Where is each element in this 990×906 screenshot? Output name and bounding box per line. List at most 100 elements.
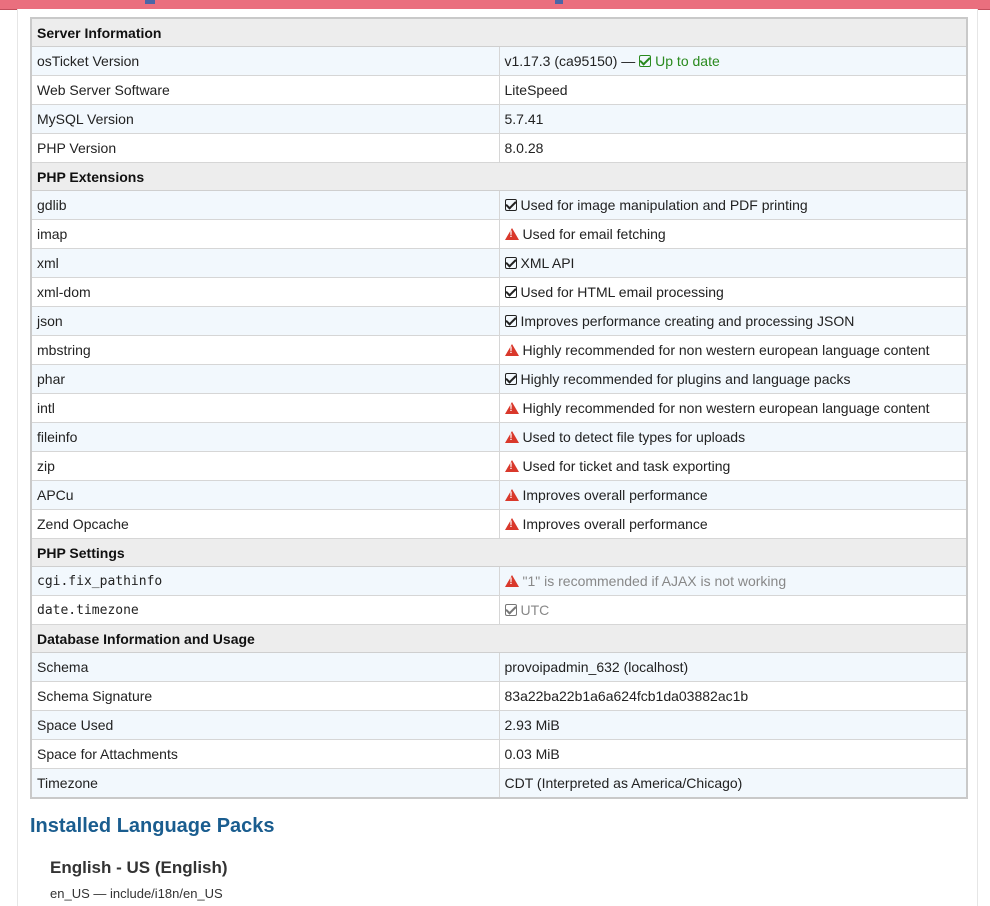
row-value: 83a22ba22b1a6a624fcb1da03882ac1b: [498, 681, 968, 711]
section-header-database: Database Information and Usage: [30, 624, 968, 653]
up-to-date-status: Up to date: [655, 53, 720, 69]
row-value: Used to detect file types for uploads: [498, 422, 968, 452]
table-row: fileinfo Used to detect file types for u…: [30, 422, 968, 452]
row-value-text: Highly recommended for non western europ…: [522, 400, 930, 416]
warning-icon: [504, 489, 519, 501]
row-value-text: Used to detect file types for uploads: [522, 429, 746, 445]
row-value-text: Used for email fetching: [522, 226, 666, 242]
version-text: v1.17.3 (ca95150) —: [504, 53, 636, 69]
row-key: mbstring: [30, 335, 500, 365]
check-icon: [504, 373, 517, 385]
row-value: Used for HTML email processing: [498, 277, 968, 307]
table-row: xml XML API: [30, 248, 968, 278]
row-value-text: Improves performance creating and proces…: [520, 313, 855, 329]
check-icon: [504, 604, 517, 616]
warning-icon: [504, 228, 519, 240]
check-icon: [504, 315, 517, 327]
table-row: osTicket Version v1.17.3 (ca95150) — Up …: [30, 46, 968, 76]
row-key: Schema: [30, 652, 500, 682]
table-row: date.timezone UTC: [30, 595, 968, 625]
row-value-text: Used for image manipulation and PDF prin…: [520, 197, 808, 213]
top-strip-mark: [145, 0, 155, 4]
row-value: 8.0.28: [498, 133, 968, 163]
row-value: Highly recommended for non western europ…: [498, 393, 968, 423]
section-header-settings: PHP Settings: [30, 538, 968, 567]
row-key: PHP Version: [30, 133, 500, 163]
table-row: cgi.fix_pathinfo "1" is recommended if A…: [30, 566, 968, 596]
row-value-text: Improves overall performance: [522, 516, 708, 532]
section-header-extensions: PHP Extensions: [30, 162, 968, 191]
warning-icon: [504, 575, 519, 587]
row-value: Improves overall performance: [498, 509, 968, 539]
top-strip-mark: [555, 0, 563, 4]
row-value-text: "1" is recommended if AJAX is not workin…: [522, 573, 787, 589]
row-value: Used for ticket and task exporting: [498, 451, 968, 481]
row-value: "1" is recommended if AJAX is not workin…: [498, 566, 968, 596]
table-row: Web Server Software LiteSpeed: [30, 75, 968, 105]
table-row: phar Highly recommended for plugins and …: [30, 364, 968, 394]
row-key: zip: [30, 451, 500, 481]
row-value: Highly recommended for non western europ…: [498, 335, 968, 365]
table-row: mbstring Highly recommended for non west…: [30, 335, 968, 365]
row-key: Timezone: [30, 768, 500, 799]
row-value: Used for email fetching: [498, 219, 968, 249]
table-row: json Improves performance creating and p…: [30, 306, 968, 336]
row-key: phar: [30, 364, 500, 394]
row-value: XML API: [498, 248, 968, 278]
row-value-text: Highly recommended for non western europ…: [522, 342, 930, 358]
check-icon: [504, 286, 517, 298]
warning-icon: [504, 344, 519, 356]
row-value: Improves performance creating and proces…: [498, 306, 968, 336]
check-icon: [504, 257, 517, 269]
row-value-text: Improves overall performance: [522, 487, 708, 503]
section-header-server: Server Information: [30, 17, 968, 47]
row-value: Used for image manipulation and PDF prin…: [498, 190, 968, 220]
row-value: CDT (Interpreted as America/Chicago): [498, 768, 968, 799]
language-pack-path: en_US — include/i18n/en_US: [50, 886, 223, 901]
warning-icon: [504, 460, 519, 472]
system-info-table: Server Information osTicket Version v1.1…: [30, 17, 968, 799]
table-row: Timezone CDT (Interpreted as America/Chi…: [30, 768, 968, 799]
row-key: Space Used: [30, 710, 500, 740]
row-key: json: [30, 306, 500, 336]
table-row: zip Used for ticket and task exporting: [30, 451, 968, 481]
row-value-text: Used for HTML email processing: [520, 284, 724, 300]
row-key: intl: [30, 393, 500, 423]
table-row: Space Used 2.93 MiB: [30, 710, 968, 740]
row-value: 0.03 MiB: [498, 739, 968, 769]
table-row: xml-dom Used for HTML email processing: [30, 277, 968, 307]
table-row: PHP Version 8.0.28: [30, 133, 968, 163]
table-row: MySQL Version 5.7.41: [30, 104, 968, 134]
row-value: LiteSpeed: [498, 75, 968, 105]
row-value-text: Highly recommended for plugins and langu…: [520, 371, 851, 387]
row-key: Schema Signature: [30, 681, 500, 711]
table-row: imap Used for email fetching: [30, 219, 968, 249]
row-value-text: Used for ticket and task exporting: [522, 458, 731, 474]
row-value: v1.17.3 (ca95150) — Up to date: [498, 46, 968, 76]
row-value: 5.7.41: [498, 104, 968, 134]
warning-icon: [504, 518, 519, 530]
row-value: Highly recommended for plugins and langu…: [498, 364, 968, 394]
row-key: xml: [30, 248, 500, 278]
warning-icon: [504, 431, 519, 443]
row-value: 2.93 MiB: [498, 710, 968, 740]
check-icon: [504, 199, 517, 211]
table-row: Space for Attachments 0.03 MiB: [30, 739, 968, 769]
row-key: cgi.fix_pathinfo: [30, 566, 500, 596]
row-key: imap: [30, 219, 500, 249]
row-value: provoipadmin_632 (localhost): [498, 652, 968, 682]
row-value: UTC: [498, 595, 968, 625]
table-row: APCu Improves overall performance: [30, 480, 968, 510]
table-row: intl Highly recommended for non western …: [30, 393, 968, 423]
row-key: date.timezone: [30, 595, 500, 625]
row-value: Improves overall performance: [498, 480, 968, 510]
row-key: MySQL Version: [30, 104, 500, 134]
language-pack-name: English - US (English): [50, 858, 228, 877]
warning-icon: [504, 402, 519, 414]
row-key: APCu: [30, 480, 500, 510]
row-key: Space for Attachments: [30, 739, 500, 769]
row-key: fileinfo: [30, 422, 500, 452]
row-key: gdlib: [30, 190, 500, 220]
row-key: Zend Opcache: [30, 509, 500, 539]
table-row: Zend Opcache Improves overall performanc…: [30, 509, 968, 539]
